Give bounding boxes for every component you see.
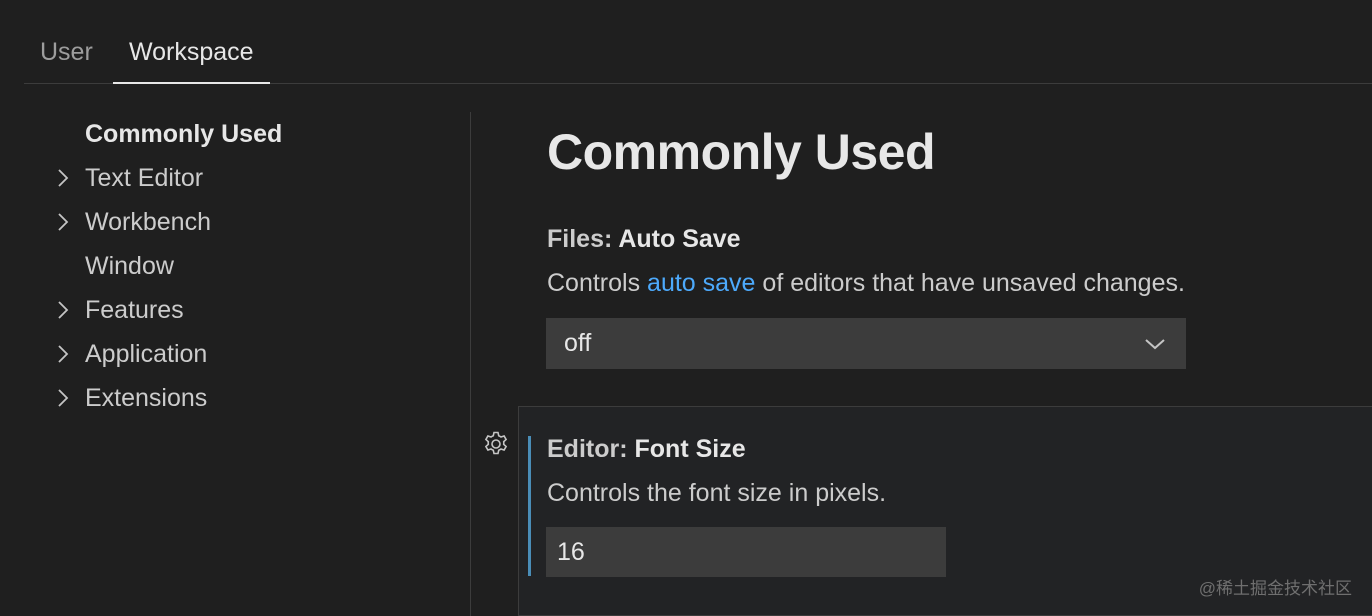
auto-save-select[interactable]: off — [546, 318, 1186, 369]
sidebar-divider[interactable] — [470, 112, 471, 616]
setting-description-font-size: Controls the font size in pixels. — [547, 479, 887, 507]
chevron-right-icon — [52, 332, 74, 376]
toc-item-text-editor[interactable]: Text Editor — [52, 156, 452, 200]
toc-item-label: Extensions — [85, 384, 208, 412]
gear-icon[interactable] — [482, 430, 510, 458]
page-title: Commonly Used — [547, 124, 936, 180]
chevron-right-icon — [52, 376, 74, 420]
setting-description-auto-save: Controls auto save of editors that have … — [547, 266, 1185, 300]
tab-workspace[interactable]: Workspace — [113, 0, 270, 84]
settings-scope-tabs: User Workspace — [24, 0, 1372, 84]
settings-editor: User Workspace Commonly Used Text Editor… — [0, 0, 1372, 616]
chevron-right-icon — [52, 156, 74, 200]
toc-item-features[interactable]: Features — [52, 288, 452, 332]
toc-item-extensions[interactable]: Extensions — [52, 376, 452, 420]
toc-item-label: Window — [85, 252, 174, 280]
chevron-right-icon — [52, 288, 74, 332]
font-size-input[interactable]: 16 — [546, 527, 946, 577]
select-value: off — [564, 329, 592, 357]
chevron-right-icon — [52, 200, 74, 244]
settings-toc: Commonly Used Text Editor Workbench Wind… — [0, 112, 470, 616]
auto-save-link[interactable]: auto save — [647, 269, 755, 297]
description-text: of editors that have unsaved changes. — [755, 269, 1185, 297]
toc-item-label: Features — [85, 296, 184, 324]
tab-user[interactable]: User — [24, 0, 109, 84]
toc-item-commonly-used[interactable]: Commonly Used — [52, 112, 452, 156]
toc-item-label: Text Editor — [85, 164, 204, 192]
setting-title-font-size: Editor: Font Size — [547, 432, 746, 466]
toc-item-window[interactable]: Window — [52, 244, 452, 288]
setting-category: Files: — [547, 225, 619, 253]
toc-item-application[interactable]: Application — [52, 332, 452, 376]
watermark: @稀土掘金技术社区 — [1198, 579, 1352, 598]
toc-item-label: Application — [85, 340, 208, 368]
toc-item-workbench[interactable]: Workbench — [52, 200, 452, 244]
setting-name: Auto Save — [618, 225, 741, 253]
toc-item-label: Commonly Used — [85, 120, 283, 148]
setting-name: Font Size — [634, 435, 746, 463]
setting-category: Editor: — [547, 435, 635, 463]
description-text: Controls — [547, 269, 648, 297]
modified-indicator-bar — [528, 436, 531, 576]
toc-item-label: Workbench — [85, 208, 211, 236]
chevron-down-icon — [1143, 319, 1167, 368]
setting-title-auto-save: Files: Auto Save — [547, 222, 741, 256]
